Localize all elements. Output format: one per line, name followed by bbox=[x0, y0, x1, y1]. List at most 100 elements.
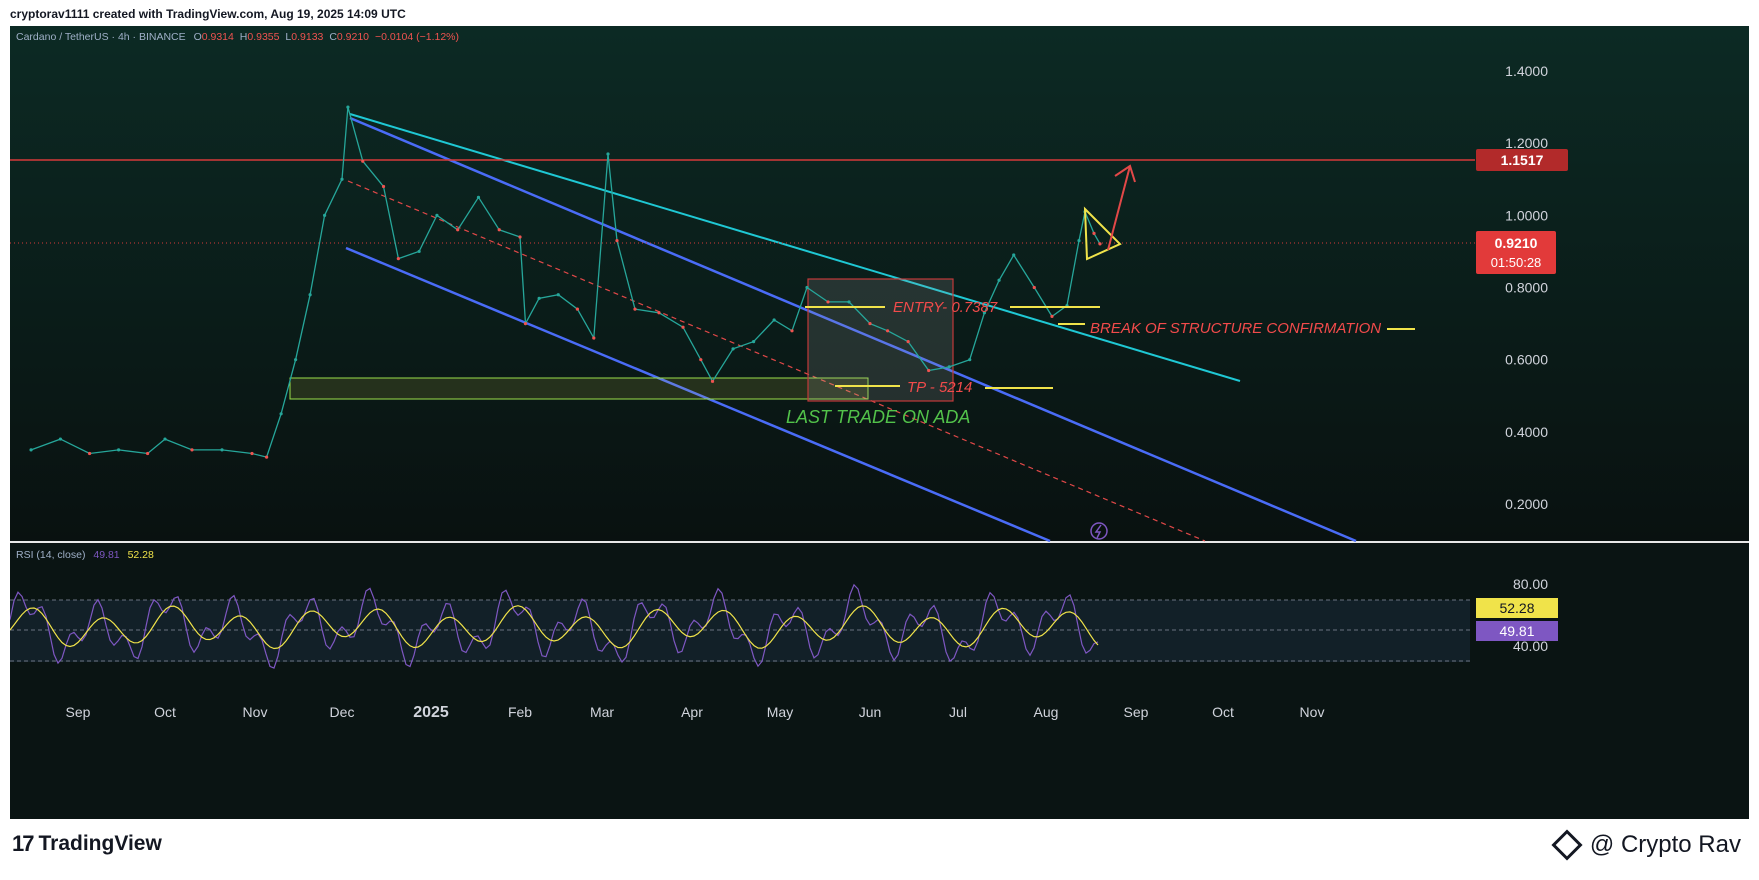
price-point bbox=[220, 448, 224, 452]
price-point bbox=[556, 293, 560, 297]
tradingview-brand: TradingView bbox=[38, 832, 162, 855]
price-point bbox=[417, 249, 421, 254]
chart-header: cryptorav1111 created with TradingView.c… bbox=[0, 0, 1759, 26]
author-name: @ Crypto Rav bbox=[1589, 831, 1741, 858]
price-point bbox=[323, 213, 327, 217]
legend-o-label: O bbox=[194, 31, 202, 43]
legend-l-value: 0.9133 bbox=[291, 31, 323, 43]
rsi-ma-badge-text: 52.28 bbox=[1499, 600, 1534, 616]
tp-label: TP - 5214 bbox=[907, 379, 972, 396]
rsi-legend: RSI (14, close) 49.81 52.28 bbox=[16, 549, 154, 561]
price-point bbox=[868, 321, 872, 326]
time-tick-label: 2025 bbox=[413, 704, 449, 721]
time-tick-label: Oct bbox=[1212, 704, 1234, 720]
price-point bbox=[497, 228, 501, 232]
price-point bbox=[346, 105, 350, 109]
price-point bbox=[710, 379, 715, 383]
entry-label: ENTRY- 0.7387 bbox=[893, 299, 998, 316]
time-tick-label: Feb bbox=[508, 704, 532, 720]
price-point bbox=[117, 448, 121, 452]
price-point bbox=[361, 159, 365, 163]
price-point bbox=[906, 340, 910, 344]
price-tick-label: 0.4000 bbox=[1505, 424, 1548, 440]
price-tick-label: 0.2000 bbox=[1505, 496, 1548, 512]
price-point bbox=[396, 257, 400, 261]
tradingview-logo-icon: 17 bbox=[12, 831, 35, 856]
price-point bbox=[523, 321, 528, 326]
rsi-value-badge-text: 49.81 bbox=[1499, 623, 1534, 639]
time-tick-label: Nov bbox=[1300, 704, 1325, 720]
time-tick-label: Sep bbox=[1124, 704, 1149, 720]
price-point bbox=[790, 329, 794, 333]
price-point bbox=[947, 365, 951, 369]
countdown-text: 01:50:28 bbox=[1491, 255, 1542, 270]
price-point bbox=[250, 451, 254, 456]
price-point bbox=[1032, 285, 1036, 290]
price-point bbox=[1098, 242, 1102, 246]
price-point bbox=[847, 300, 851, 304]
price-point bbox=[752, 340, 756, 344]
time-tick-label: Jul bbox=[949, 704, 967, 720]
price-point bbox=[927, 368, 931, 373]
legend-o-value: 0.9314 bbox=[202, 31, 234, 43]
price-point bbox=[58, 437, 63, 441]
diamond-icon bbox=[1551, 829, 1583, 861]
price-point bbox=[1012, 253, 1016, 257]
price-tick-label: 0.6000 bbox=[1505, 352, 1548, 368]
legend-symbol: Cardano / TetherUS · 4h · BINANCE bbox=[16, 31, 186, 43]
rsi-tick-label: 80.00 bbox=[1513, 576, 1548, 592]
price-point bbox=[1050, 314, 1054, 318]
time-tick-label: Dec bbox=[330, 704, 355, 720]
time-tick-label: May bbox=[767, 704, 793, 720]
price-point bbox=[592, 336, 596, 340]
price-point bbox=[294, 358, 298, 362]
rsi-label: RSI (14, close) bbox=[16, 549, 85, 561]
last-price-text: 0.9210 bbox=[1495, 235, 1538, 251]
price-point bbox=[805, 285, 809, 290]
price-tick-label: 1.0000 bbox=[1505, 207, 1548, 223]
rsi-legend-value: 49.81 bbox=[93, 549, 119, 561]
price-point bbox=[279, 412, 283, 416]
price-point bbox=[886, 329, 890, 333]
chart-canvas[interactable]: 1.4000 1.2000 1.0000 0.8000 0.6000 0.4000 0.20… bbox=[10, 26, 1749, 819]
price-point bbox=[88, 451, 92, 456]
rsi-legend-ma: 52.28 bbox=[128, 549, 154, 561]
price-point bbox=[163, 437, 167, 441]
time-tick-label: Apr bbox=[681, 704, 703, 720]
time-tick-label: Sep bbox=[66, 704, 91, 720]
resistance-price-text: 1.1517 bbox=[1501, 152, 1544, 168]
time-tick-label: Oct bbox=[154, 704, 176, 720]
legend-h-value: 0.9355 bbox=[247, 31, 279, 43]
price-point bbox=[146, 451, 150, 456]
price-point bbox=[435, 213, 439, 217]
price-point bbox=[606, 152, 610, 156]
price-point bbox=[657, 311, 661, 315]
price-tick-label: 0.8000 bbox=[1505, 280, 1548, 296]
legend-c-value: 0.9210 bbox=[337, 31, 369, 43]
author-tag: @ Crypto Rav bbox=[1551, 829, 1741, 861]
price-point bbox=[997, 278, 1001, 282]
price-point bbox=[308, 293, 312, 297]
price-point bbox=[1092, 231, 1096, 235]
price-point bbox=[826, 300, 830, 304]
price-point bbox=[265, 455, 269, 459]
price-point bbox=[615, 238, 619, 243]
price-point bbox=[190, 448, 194, 452]
price-point bbox=[476, 195, 481, 199]
demand-zone bbox=[289, 377, 869, 400]
price-tick-label: 1.4000 bbox=[1505, 63, 1548, 79]
legend-change: −0.0104 (−1.12%) bbox=[375, 31, 459, 43]
rsi-pane-bg bbox=[10, 544, 1749, 819]
price-point bbox=[1077, 238, 1081, 243]
price-point bbox=[772, 318, 776, 322]
time-tick-label: Jun bbox=[859, 704, 882, 720]
price-point bbox=[340, 177, 344, 181]
price-tick-label: 1.2000 bbox=[1505, 135, 1548, 151]
tradingview-logo[interactable]: 17 TradingView bbox=[12, 831, 162, 857]
bos-label: BREAK OF STRUCTURE CONFIRMATION bbox=[1090, 320, 1381, 337]
price-point bbox=[537, 296, 541, 300]
price-point bbox=[731, 347, 735, 351]
time-axis: Sep Oct Nov Dec 2025 Feb Mar Apr May Jun Jul Aug Sep… bbox=[66, 704, 1325, 721]
price-point bbox=[699, 358, 703, 362]
price-point bbox=[381, 184, 386, 189]
